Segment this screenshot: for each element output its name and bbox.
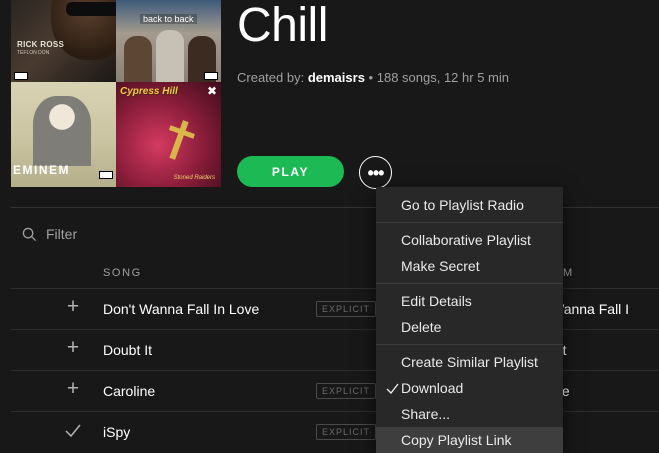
- menu-item-go-to-playlist-radio[interactable]: Go to Playlist Radio: [376, 192, 563, 218]
- cover-artist-text: EMINEM: [13, 163, 70, 177]
- cover-artist-text: RICK ROSS: [17, 40, 65, 49]
- explicit-badge: EXPLICIT: [316, 383, 377, 399]
- playlist-owner-link[interactable]: demaisrs: [308, 70, 365, 85]
- explicit-badge: EXPLICIT: [316, 424, 377, 440]
- checkmark-icon: [386, 383, 399, 394]
- menu-item-collaborative-playlist[interactable]: Collaborative Playlist: [376, 227, 563, 253]
- play-button[interactable]: PLAY: [237, 156, 344, 187]
- playlist-title: Chill: [237, 0, 328, 52]
- filter-field[interactable]: Filter: [22, 224, 77, 244]
- album-cover-cypress-hill: Cypress Hill Stoned Raiders ✖: [116, 82, 221, 187]
- track-title: Doubt It: [103, 342, 153, 358]
- cover-title-text: back to back: [140, 14, 197, 24]
- parental-advisory-icon: [99, 171, 113, 179]
- cover-subtitle-text: Stoned Raiders: [173, 175, 215, 181]
- cover-title-text: Cypress Hill: [120, 86, 178, 97]
- menu-item-download-label: Download: [401, 380, 464, 396]
- column-header-album[interactable]: M: [563, 267, 574, 279]
- filter-placeholder: Filter: [46, 226, 78, 242]
- ellipsis-icon: •••: [367, 162, 385, 183]
- menu-item-copy-playlist-link[interactable]: Copy Playlist Link: [376, 427, 563, 453]
- menu-item-share[interactable]: Share...: [376, 401, 563, 427]
- playlist-stats: 188 songs, 12 hr 5 min: [376, 70, 509, 85]
- menu-item-edit-details[interactable]: Edit Details: [376, 288, 563, 314]
- explicit-badge: EXPLICIT: [316, 301, 377, 317]
- meta-separator: •: [368, 70, 374, 85]
- album-cover-back-to-back: back to back: [116, 0, 221, 82]
- album-cover-rick-ross: RICK ROSS TEFLON DON: [11, 0, 116, 82]
- created-by-label: Created by:: [237, 70, 305, 85]
- x-mark-icon: ✖: [206, 84, 217, 98]
- menu-item-make-secret[interactable]: Make Secret: [376, 253, 563, 279]
- menu-item-delete[interactable]: Delete: [376, 314, 563, 340]
- track-title: Don't Wanna Fall In Love: [103, 301, 260, 317]
- playlist-context-menu: Go to Playlist Radio Collaborative Playl…: [376, 187, 563, 453]
- track-title: Caroline: [103, 383, 156, 399]
- search-icon: [22, 227, 37, 241]
- add-track-icon[interactable]: +: [63, 378, 83, 400]
- menu-divider: [376, 283, 563, 284]
- saved-checkmark-icon[interactable]: [63, 421, 83, 441]
- album-cover-eminem: EMINEM: [11, 82, 116, 187]
- parental-advisory-icon: [204, 72, 218, 80]
- add-track-icon[interactable]: +: [63, 337, 83, 359]
- column-header-song[interactable]: SONG: [103, 267, 142, 279]
- menu-divider: [376, 344, 563, 345]
- menu-item-download[interactable]: Download: [376, 375, 563, 401]
- add-track-icon[interactable]: +: [63, 296, 83, 318]
- cover-subtitle-text: TEFLON DON: [17, 50, 50, 56]
- playlist-meta: Created by: demaisrs • 188 songs, 12 hr …: [237, 70, 509, 85]
- more-options-button[interactable]: •••: [359, 156, 392, 189]
- track-title: iSpy: [103, 424, 131, 440]
- playlist-cover-collage: RICK ROSS TEFLON DON back to back EMINEM…: [11, 0, 221, 187]
- parental-advisory-icon: [14, 72, 28, 80]
- menu-divider: [376, 222, 563, 223]
- menu-item-create-similar-playlist[interactable]: Create Similar Playlist: [376, 349, 563, 375]
